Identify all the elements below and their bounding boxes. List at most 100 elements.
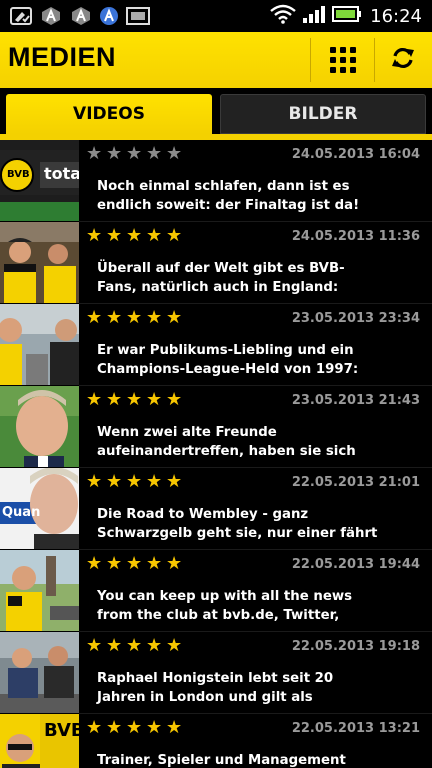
battery-icon bbox=[332, 4, 362, 28]
bvb-app-icon bbox=[40, 6, 62, 26]
video-thumbnail bbox=[0, 386, 79, 467]
thumbnail-caption: total! bbox=[44, 164, 79, 183]
page-title: MEDIEN bbox=[8, 42, 117, 72]
wrench-check-icon bbox=[10, 6, 32, 26]
star-icon: ★ bbox=[126, 389, 143, 410]
divider bbox=[310, 38, 311, 82]
rating-stars: ★ ★ ★ ★ ★ bbox=[86, 637, 186, 655]
grid-menu-button[interactable] bbox=[312, 32, 374, 88]
list-item[interactable]: ★ ★ ★ ★ ★ 22.05.2013 19:44 You can keep up w… bbox=[0, 550, 432, 632]
thumbnail-logo-text: BVB bbox=[44, 720, 79, 741]
star-icon: ★ bbox=[166, 635, 183, 656]
video-title: Überall auf der Welt gibt es BVB- Fans, n… bbox=[97, 261, 345, 295]
rating-stars: ★ ★ ★ ★ ★ bbox=[86, 227, 186, 245]
star-icon: ★ bbox=[166, 717, 183, 738]
star-icon: ★ bbox=[146, 717, 163, 738]
star-icon: ★ bbox=[146, 307, 163, 328]
star-icon: ★ bbox=[126, 635, 143, 656]
star-icon: ★ bbox=[126, 225, 143, 246]
video-date: 22.05.2013 13:21 bbox=[291, 721, 420, 736]
star-icon: ★ bbox=[106, 635, 123, 656]
refresh-icon bbox=[390, 45, 416, 75]
video-date: 22.05.2013 19:18 bbox=[291, 639, 420, 654]
star-icon: ★ bbox=[166, 389, 183, 410]
video-title: Raphael Honigstein lebt seit 20 Jahren in… bbox=[97, 671, 334, 705]
video-title: You can keep up with all the news from th… bbox=[97, 589, 353, 623]
video-list: BVB total! ★★★★★ 24.05.2013 16:04 Noch e… bbox=[0, 140, 432, 768]
video-date: 24.05.2013 16:04 bbox=[291, 147, 420, 162]
video-date: 23.05.2013 23:34 bbox=[291, 311, 420, 326]
list-item[interactable]: Quan ★ ★ ★ ★ ★ 22.05.2013 21:01 Die Road to … bbox=[0, 468, 432, 550]
star-icon: ★ bbox=[86, 635, 103, 656]
star-icon: ★ bbox=[146, 553, 163, 574]
star-icon: ★ bbox=[146, 635, 163, 656]
rating-stars: ★ ★ ★ ★ ★ bbox=[86, 145, 186, 163]
rating-stars: ★ ★ ★ ★ ★ bbox=[86, 309, 186, 327]
star-icon: ★ bbox=[86, 143, 103, 164]
video-date: 24.05.2013 11:36 bbox=[291, 229, 420, 244]
refresh-button[interactable] bbox=[374, 32, 432, 88]
bvb-app-icon bbox=[70, 6, 92, 26]
video-thumbnail bbox=[0, 550, 79, 631]
grid-icon bbox=[330, 47, 356, 73]
star-icon: ★ bbox=[126, 307, 143, 328]
rating-stars: ★ ★ ★ ★ ★ bbox=[86, 719, 186, 737]
status-bar: 16:24 bbox=[0, 0, 432, 32]
star-icon: ★ bbox=[166, 143, 183, 164]
tab-bar: VIDEOS BILDER bbox=[0, 88, 432, 140]
star-icon: ★ bbox=[106, 717, 123, 738]
list-item[interactable]: ★ ★ ★ ★ ★ 23.05.2013 21:43 Wenn zwei alte Fr… bbox=[0, 386, 432, 468]
rating-stars: ★ ★ ★ ★ ★ bbox=[86, 391, 186, 409]
star-icon: ★ bbox=[86, 471, 103, 492]
star-icon: ★ bbox=[166, 225, 183, 246]
star-icon: ★ bbox=[86, 389, 103, 410]
rating-stars: ★ ★ ★ ★ ★ bbox=[86, 473, 186, 491]
star-icon: ★ bbox=[166, 307, 183, 328]
star-icon: ★ bbox=[166, 471, 183, 492]
star-icon: ★ bbox=[126, 553, 143, 574]
star-icon: ★ bbox=[106, 307, 123, 328]
star-icon: ★ bbox=[146, 471, 163, 492]
list-item[interactable]: BVB ★ ★ ★ ★ ★ 22.05.2013 13:21 Trainer, Spie… bbox=[0, 714, 432, 768]
star-icon: ★ bbox=[106, 471, 123, 492]
tab-bilder[interactable]: BILDER bbox=[220, 94, 426, 134]
video-title: Er war Publikums-Liebling und ein Champio… bbox=[97, 343, 359, 377]
list-item[interactable]: ★ ★ ★ ★ ★ 24.05.2013 11:36 Überall auf der W… bbox=[0, 222, 432, 304]
action-bar: MEDIEN bbox=[0, 32, 432, 88]
video-title: Trainer, Spieler und Management bbox=[97, 753, 346, 768]
list-item[interactable]: ★ ★ ★ ★ ★ 23.05.2013 23:34 Er war Publikums-… bbox=[0, 304, 432, 386]
thumbnail-caption: Quan bbox=[2, 505, 41, 520]
star-icon: ★ bbox=[126, 471, 143, 492]
video-thumbnail: Quan bbox=[0, 468, 79, 549]
screenshot-icon bbox=[126, 6, 150, 26]
video-date: 22.05.2013 19:44 bbox=[291, 557, 420, 572]
star-icon: ★ bbox=[86, 225, 103, 246]
star-icon: ★ bbox=[106, 389, 123, 410]
video-date: 23.05.2013 21:43 bbox=[291, 393, 420, 408]
video-title: Die Road to Wembley - ganz Schwarzgelb ge… bbox=[97, 507, 378, 541]
star-icon: ★ bbox=[146, 143, 163, 164]
star-icon: ★ bbox=[106, 553, 123, 574]
tab-videos[interactable]: VIDEOS bbox=[6, 94, 212, 134]
rating-stars: ★ ★ ★ ★ ★ bbox=[86, 555, 186, 573]
video-title: Noch einmal schlafen, dann ist es endlich… bbox=[97, 179, 360, 213]
video-date: 22.05.2013 21:01 bbox=[291, 475, 420, 490]
video-thumbnail: BVB bbox=[0, 714, 79, 768]
clock: 16:24 bbox=[370, 5, 422, 27]
browser-icon bbox=[98, 6, 120, 26]
wifi-icon bbox=[270, 4, 296, 28]
star-icon: ★ bbox=[86, 717, 103, 738]
star-icon: ★ bbox=[166, 553, 183, 574]
list-item[interactable]: BVB total! ★★★★★ 24.05.2013 16:04 Noch e… bbox=[0, 140, 432, 222]
star-icon: ★ bbox=[126, 143, 143, 164]
list-item[interactable]: ★ ★ ★ ★ ★ 22.05.2013 19:18 Raphael Honigstei… bbox=[0, 632, 432, 714]
star-icon: ★ bbox=[86, 553, 103, 574]
star-icon: ★ bbox=[106, 225, 123, 246]
thumbnail-logo-text: BVB bbox=[7, 169, 30, 180]
video-thumbnail: BVB total! bbox=[0, 140, 79, 221]
signal-icon bbox=[302, 4, 326, 28]
star-icon: ★ bbox=[146, 389, 163, 410]
star-icon: ★ bbox=[146, 225, 163, 246]
star-icon: ★ bbox=[106, 143, 123, 164]
video-thumbnail bbox=[0, 632, 79, 713]
